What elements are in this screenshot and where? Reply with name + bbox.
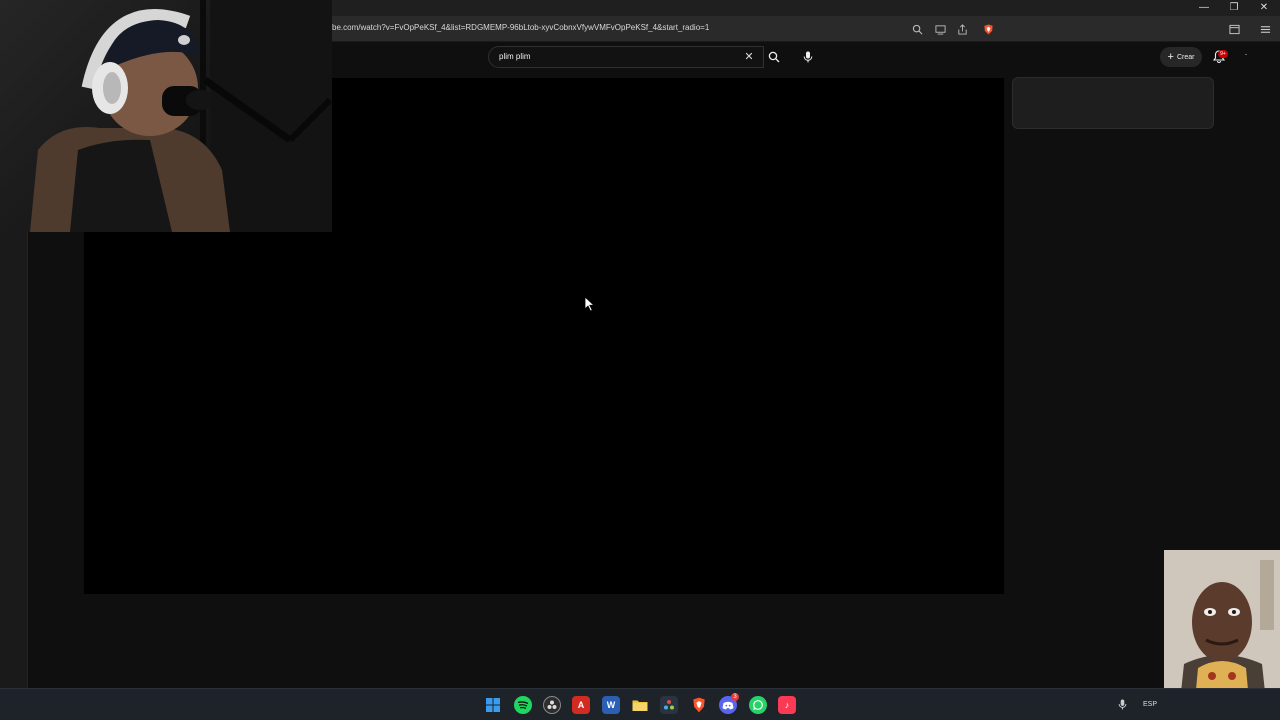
acrobat-icon[interactable]: A — [572, 696, 590, 714]
clear-search-button[interactable]: ✕ — [743, 51, 755, 63]
left-panel-edge — [0, 232, 28, 688]
account-menu-button[interactable]: ⋅ — [1240, 50, 1252, 62]
discord-badge: 3 — [731, 693, 739, 701]
voice-search-button[interactable] — [798, 47, 818, 67]
streamer-webcam-image — [30, 0, 332, 232]
language-indicator[interactable]: ESP — [1143, 701, 1157, 708]
minimize-button[interactable]: — — [1196, 1, 1212, 15]
mouse-cursor-icon — [584, 296, 596, 312]
obs-icon[interactable] — [543, 696, 561, 714]
microphone-icon — [803, 51, 813, 63]
brave-icon[interactable] — [690, 696, 708, 714]
create-label: Crear — [1176, 53, 1195, 61]
close-window-button[interactable]: ✕ — [1256, 1, 1272, 15]
webcam-overlay-streamer — [0, 0, 332, 232]
davinci-resolve-icon[interactable] — [660, 696, 678, 714]
zoom-icon[interactable] — [909, 21, 925, 37]
search-button[interactable] — [764, 46, 784, 68]
url-text[interactable]: be.com/watch?v=FvOpPeKSf_4&list=RDGMEMP-… — [332, 23, 709, 32]
brave-shields-icon[interactable] — [980, 21, 996, 37]
word-icon[interactable]: W — [602, 696, 620, 714]
whatsapp-icon[interactable] — [749, 696, 767, 714]
screen: — ❐ ✕ be.com/watch?v=FvOpPeKSf_4&list=RD… — [0, 0, 1280, 720]
notification-badge: 9+ — [1218, 50, 1228, 58]
search-icon — [768, 51, 780, 63]
sidebar-toggle-icon[interactable] — [1226, 21, 1242, 37]
recommendation-card-placeholder[interactable] — [1012, 77, 1214, 129]
restore-button[interactable]: ❐ — [1226, 1, 1242, 15]
spotify-icon[interactable] — [514, 696, 532, 714]
browser-menu-icon[interactable] — [1257, 21, 1273, 37]
search-input[interactable]: plim plim ✕ — [488, 46, 764, 68]
cast-icon[interactable] — [932, 21, 948, 37]
search-query[interactable]: plim plim — [499, 52, 531, 61]
share-icon[interactable] — [954, 21, 970, 37]
windows-taskbar: A W 3 ♪ ESP — [0, 688, 1280, 720]
plus-icon: + — [1167, 51, 1174, 63]
file-explorer-icon[interactable] — [631, 696, 649, 714]
create-button[interactable]: + Crear — [1160, 47, 1202, 67]
apple-music-icon[interactable]: ♪ — [778, 696, 796, 714]
microphone-tray-icon[interactable] — [1118, 699, 1127, 712]
windows-start-icon[interactable] — [484, 696, 502, 714]
